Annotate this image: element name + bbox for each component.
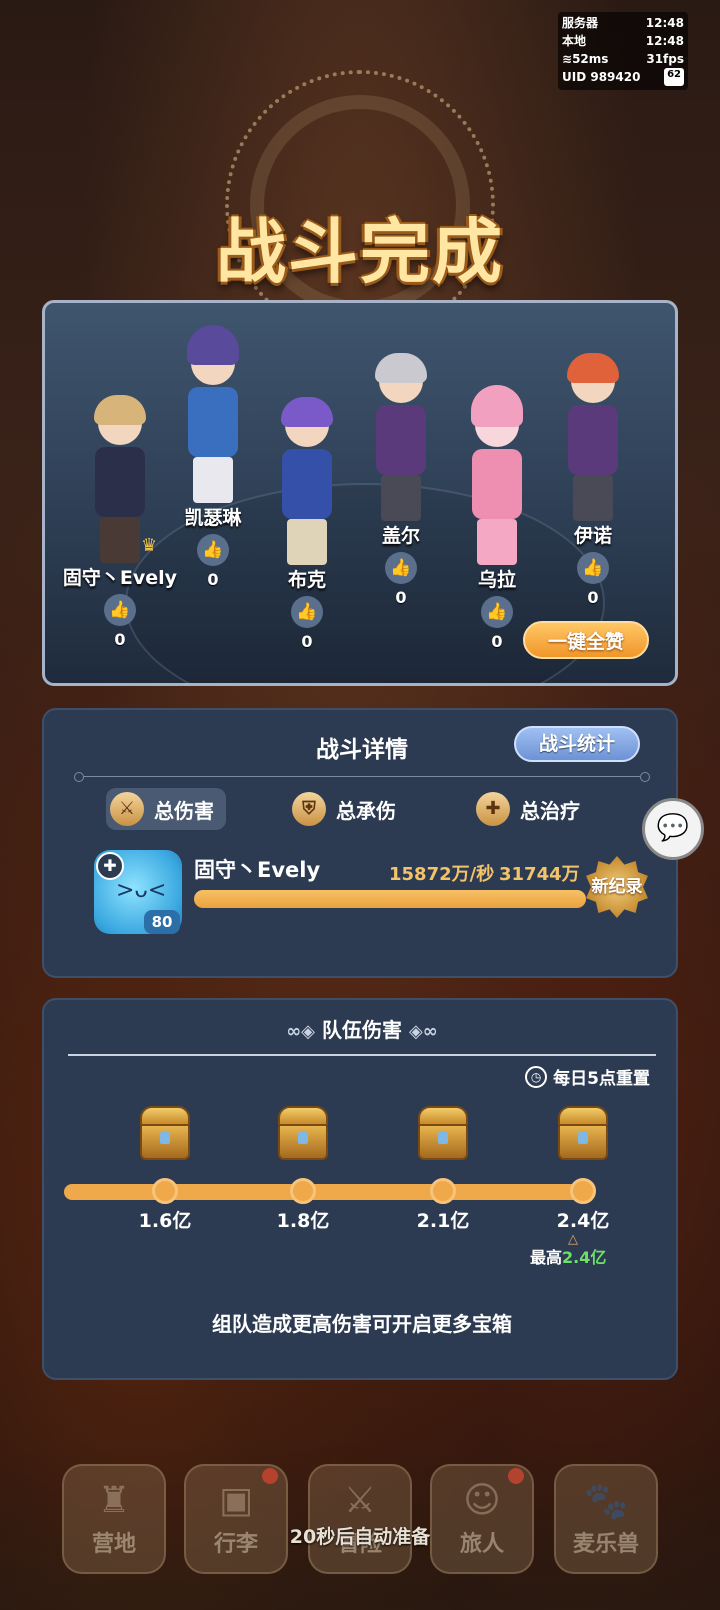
tab-label: 总承伤 [336,798,396,823]
server-time: 12:48 [645,16,684,30]
crossed-swords-icon: ⚔ [343,1480,377,1521]
team-damage-hint: 组队造成更高伤害可开启更多宝箱 [212,1312,512,1336]
character-figure [548,353,638,521]
tab-label: 总伤害 [154,798,214,823]
crown-icon: ♛ [141,535,158,556]
team-damage-progress [64,1184,588,1200]
page-title: 战斗完成 [216,211,504,293]
ornament-icon: ∞◈ [286,1021,316,1042]
castle-icon: ♜ [97,1480,131,1521]
divider [68,1054,656,1056]
auto-ready-countdown: 20秒后自动准备 [289,1526,431,1548]
tab-total-damage[interactable]: ⚔ 总伤害 [106,788,226,830]
sword-icon: ⚔ [110,792,144,826]
local-time: 12:48 [645,34,684,48]
member-name: 乌拉 [477,569,516,591]
thumbs-up-icon[interactable]: 👍 [291,596,323,628]
nav-luggage[interactable]: ▣ 行李 [184,1464,288,1574]
server-label: 服务器 [562,16,599,30]
like-all-button[interactable]: 一键全赞 [523,621,649,659]
thumbs-up-icon[interactable]: 👍 [385,552,417,584]
thumbs-up-icon[interactable]: 👍 [104,594,136,626]
clock-icon: ◷ [525,1065,548,1088]
milestone-node [290,1178,316,1204]
team-damage-title: ∞◈ 队伍伤害 ◈∞ [286,1018,438,1042]
notification-dot [262,1468,278,1484]
damage-per-second: 15872万/秒 [389,864,495,885]
class-icon: ✚ [96,852,124,880]
reset-info: ◷ 每日5点重置 [525,1064,650,1089]
avatar[interactable]: ✚ >ᴗ< 80 [94,850,182,934]
party-member: 盖尔 👍 0 [351,353,451,607]
traveler-icon: ☺ [463,1480,501,1521]
fps: 31fps [646,52,684,66]
new-record-badge: 新纪录 [586,856,648,918]
member-name: 伊诺 [573,525,612,547]
treasure-chest-icon[interactable] [140,1106,190,1162]
status-overlay: 服务器 12:48 本地 12:48 ≋52ms 31fps UID 989420 62 [558,12,688,90]
party-member: 布克 👍 0 [257,397,357,651]
nav-traveler[interactable]: ☺ 旅人 [430,1464,534,1574]
thumbs-up-icon[interactable]: 👍 [577,552,609,584]
like-count: 0 [301,632,313,651]
character-figure [452,385,542,565]
pet-icon: 🐾 [583,1481,629,1522]
milestone-node [570,1178,596,1204]
treasure-chest-icon[interactable] [418,1106,468,1162]
divider [74,772,650,782]
local-label: 本地 [562,34,587,48]
thumbs-up-icon[interactable]: 👍 [481,596,513,628]
character-figure [168,325,258,503]
tab-total-taken[interactable]: ⛨ 总承伤 [288,788,408,830]
milestone-node [430,1178,456,1204]
battle-detail-panel: 战斗详情 战斗统计 ⚔ 总伤害 ⛨ 总承伤 ✚ 总治疗 ✚ >ᴗ< 80 固守丶… [42,708,678,978]
character-figure [356,353,446,521]
like-count: 0 [207,570,219,589]
milestone-label: 2.1亿 [416,1210,470,1232]
tab-total-heal[interactable]: ✚ 总治疗 [472,788,592,830]
wifi-icon: ≋ [562,52,573,66]
total-damage: 31744万 [499,864,580,885]
damage-bar [194,890,586,908]
milestone-label: 2.4亿 [556,1210,610,1232]
nav-pet[interactable]: 🐾 麦乐兽 [554,1464,658,1574]
level-badge: 80 [144,910,180,934]
thumbs-up-icon[interactable]: 👍 [197,534,229,566]
uid: UID 989420 [562,70,641,84]
notification-dot [508,1468,524,1484]
ornament-icon: ◈∞ [408,1021,438,1042]
battle-stats-button[interactable]: 战斗统计 [514,726,640,762]
heal-cross-icon: ✚ [476,792,510,826]
like-count: 0 [587,588,599,607]
nav-camp[interactable]: ♜ 营地 [62,1464,166,1574]
member-name: 盖尔 [381,525,420,547]
character-figure [262,397,352,565]
like-count: 0 [114,630,126,649]
nav-adventure[interactable]: ⚔ 冒险 [308,1464,412,1574]
like-count: 0 [395,588,407,607]
player-name: 固守丶Evely [194,858,321,882]
best-damage: 最高2.4亿 [530,1248,607,1267]
treasure-chest-icon[interactable] [278,1106,328,1162]
backpack-icon: ▣ [218,1480,253,1521]
party-member: 伊诺 👍 0 [543,353,643,607]
member-name: 凯瑟琳 [184,507,242,529]
party-panel: ♛ 固守丶Evely 👍 0 凯瑟琳 👍 0 布克 👍 0 盖尔 👍 0 乌拉 … [42,300,678,686]
milestone-label: 1.6亿 [138,1210,192,1232]
pet-face: >ᴗ< [116,878,167,903]
treasure-chest-icon[interactable] [558,1106,608,1162]
team-damage-panel: ∞◈ 队伍伤害 ◈∞ ◷ 每日5点重置 1.6亿 1.8亿 2.1亿 2.4亿 … [42,998,678,1380]
battery-icon: 62 [664,68,684,86]
member-name: 布克 [287,569,326,591]
ping: ≋52ms [562,52,609,66]
tab-label: 总治疗 [520,798,580,823]
chat-icon[interactable]: 💬 [642,798,704,860]
milestone-node [152,1178,178,1204]
party-member: 乌拉 👍 0 [447,385,547,651]
shield-icon: ⛨ [292,792,326,826]
party-member: 凯瑟琳 👍 0 [163,325,263,589]
milestone-label: 1.8亿 [276,1210,330,1232]
